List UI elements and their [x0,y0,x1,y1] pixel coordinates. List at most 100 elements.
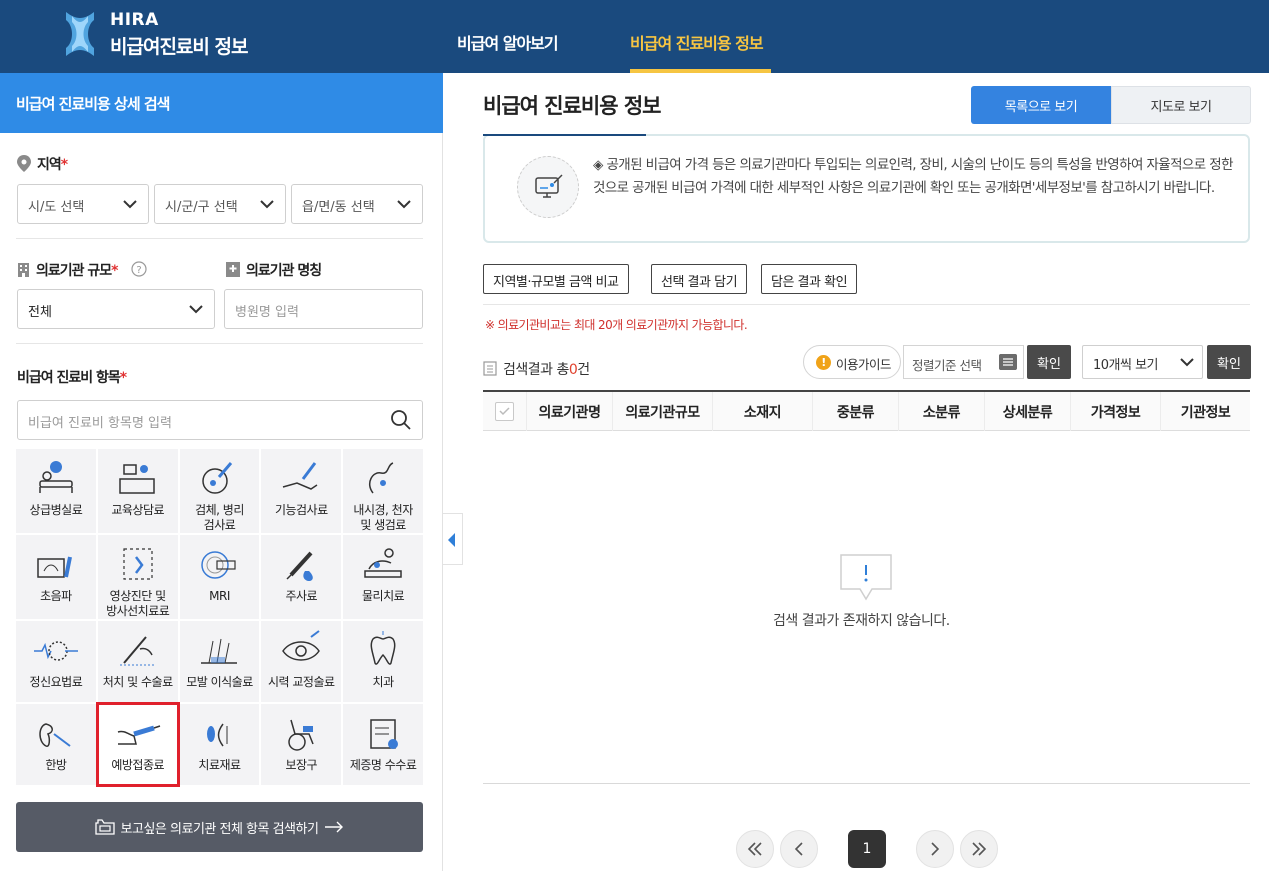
chevron-down-icon [1180,358,1194,367]
category-tile-12[interactable]: 모발 이식술료 [179,621,260,702]
category-tile-8[interactable]: 주사료 [261,535,342,619]
list-view-button[interactable]: 목록으로 보기 [971,86,1111,124]
search-all-items-button[interactable]: 보고싶은 의료기관 전체 항목 검색하기 [16,802,423,852]
category-tile-label: 시력 교정술료 [268,675,335,689]
category-tile-label: 내시경, 천자 및 생검료 [353,503,413,532]
view-saved-button[interactable]: 담은 결과 확인 [761,264,858,294]
menu-lines-icon [999,354,1017,370]
usage-guide-button[interactable]: ! 이용가이드 [803,345,901,379]
column-sub-category[interactable]: 소분류 [898,392,984,431]
page-number-button[interactable]: 1 [848,830,886,868]
select-all-checkbox[interactable] [495,402,514,421]
eupmyeondong-select[interactable]: 읍/면/동 선택 [291,184,423,224]
hospital-name-input[interactable]: 병원명 입력 [224,289,423,329]
hira-logo-icon[interactable] [62,10,98,58]
category-tile-15[interactable]: 한방 [16,704,96,785]
chevron-down-icon [189,305,203,314]
logo-text-ko: 비급여진료비 정보 [110,36,248,58]
notice-icon-circle [517,156,579,218]
list-icon [483,361,497,376]
category-tile-label: 검체, 병리 검사료 [195,503,244,532]
building-icon [18,263,29,277]
hair-transplant-icon [201,638,238,664]
logo-text-en: HIRA [110,10,159,30]
column-price-info[interactable]: 가격정보 [1070,392,1160,431]
physical-therapy-icon [364,548,402,578]
eye-icon [282,630,321,661]
category-tile-14[interactable]: 치과 [343,621,423,702]
eupmyeondong-select-value: 읍/면/동 선택 [302,200,375,215]
sort-select[interactable]: 정렬기준 선택 [903,345,1024,379]
category-tile-6[interactable]: 영상진단 및 방사선치료료 [97,535,178,619]
ultrasound-icon [37,556,72,578]
column-detail-category[interactable]: 상세분류 [984,392,1070,431]
save-selection-button[interactable]: 선택 결과 담기 [651,264,748,294]
chevron-down-icon [123,200,137,209]
page-size-confirm-button[interactable]: 확인 [1207,345,1251,379]
page-size-select[interactable]: 10개씩 보기 [1082,345,1203,379]
category-tile-10[interactable]: 정신요법료 [16,621,96,702]
search-sidebar: 비급여 진료비용 상세 검색 지역* 시/도 선택 시/군/구 선택 읍/면/동… [0,73,443,871]
result-suffix: 건 [577,362,590,378]
category-tile-label: 정신요법료 [29,675,83,689]
column-institution-scale[interactable]: 의료기관규모 [612,392,712,431]
sido-select[interactable]: 시/도 선택 [17,184,149,224]
category-tile-label: 치과 [372,675,395,689]
items-label: 비급여 진료비 항목* [17,367,127,387]
category-tile-0[interactable]: 상급병실료 [16,449,96,533]
first-page-button[interactable] [736,830,774,868]
nav-nonbenefit-cost[interactable]: 비급여 진료비용 정보 [630,30,764,54]
arrow-right-icon [325,821,344,833]
specimen-icon [202,462,233,494]
sigungu-select[interactable]: 시/군/구 선택 [154,184,286,224]
category-tile-19[interactable]: 제증명 수수료 [343,704,423,785]
notice-box: ◈ 공개된 비급여 가격 등은 의료기관마다 투입되는 의료인력, 장비, 시술… [483,134,1250,243]
compare-limit-warning: ※ 의료기관비교는 최대 20개 의료기관까지 가능합니다. [485,318,748,332]
column-institution-name[interactable]: 의료기관명 [526,392,612,431]
category-tile-1[interactable]: 교육상담료 [97,449,178,533]
prev-page-button[interactable] [780,830,818,868]
category-tile-17[interactable]: 치료재료 [179,704,260,785]
radiology-icon [123,548,153,580]
category-tile-label: 제증명 수수료 [349,758,417,772]
category-tile-label: 물리치료 [362,589,405,603]
empty-result-message: 검색 결과가 존재하지 않습니다. [773,613,950,629]
map-view-button[interactable]: 지도로 보기 [1111,86,1251,124]
category-tile-2[interactable]: 검체, 병리 검사료 [179,449,260,533]
sort-confirm-button[interactable]: 확인 [1027,345,1071,379]
column-institution-info[interactable]: 기관정보 [1160,392,1250,431]
nav-nonbenefit-about[interactable]: 비급여 알아보기 [457,30,559,54]
category-tile-9[interactable]: 물리치료 [343,535,423,619]
last-page-button[interactable] [960,830,998,868]
category-tile-7[interactable]: MRI [179,535,260,619]
category-tile-label: 상급병실료 [29,503,83,517]
category-tile-18[interactable]: 보장구 [261,704,342,785]
search-icon[interactable] [390,409,412,431]
category-tile-16[interactable]: 예방접종료 [95,702,180,787]
compare-by-region-button[interactable]: 지역별·규모별 금액 비교 [483,264,629,294]
category-tile-5[interactable]: 초음파 [16,535,96,619]
chevron-left-icon [794,842,803,856]
category-tile-13[interactable]: 시력 교정술료 [261,621,342,702]
scale-label-text: 의료기관 규모 [36,263,112,279]
category-tile-11[interactable]: 처치 및 수술료 [97,621,178,702]
active-nav-indicator [630,69,771,73]
top-header: HIRA 비급여진료비 정보 비급여 알아보기 비급여 진료비용 정보 [0,0,1269,73]
category-tile-3[interactable]: 기능검사료 [261,449,342,533]
required-mark: * [111,263,118,279]
sido-select-value: 시/도 선택 [28,200,85,215]
scale-label: 의료기관 규모* [36,260,119,280]
check-icon [499,407,510,416]
tooth-icon [370,631,396,665]
category-tile-4[interactable]: 내시경, 천자 및 생검료 [343,449,423,533]
mri-icon [201,551,237,579]
category-tile-label: 영상진단 및 방사선치료료 [106,589,170,618]
next-page-button[interactable] [916,830,954,868]
column-location[interactable]: 소재지 [712,392,812,431]
help-icon[interactable]: ? [131,261,147,277]
item-search-input[interactable]: 비급여 진료비 항목명 입력 [17,400,423,440]
chevron-down-icon [397,200,411,209]
scale-select[interactable]: 전체 [17,289,215,329]
column-mid-category[interactable]: 중분류 [812,392,898,431]
sidebar-collapse-toggle[interactable] [443,513,463,565]
